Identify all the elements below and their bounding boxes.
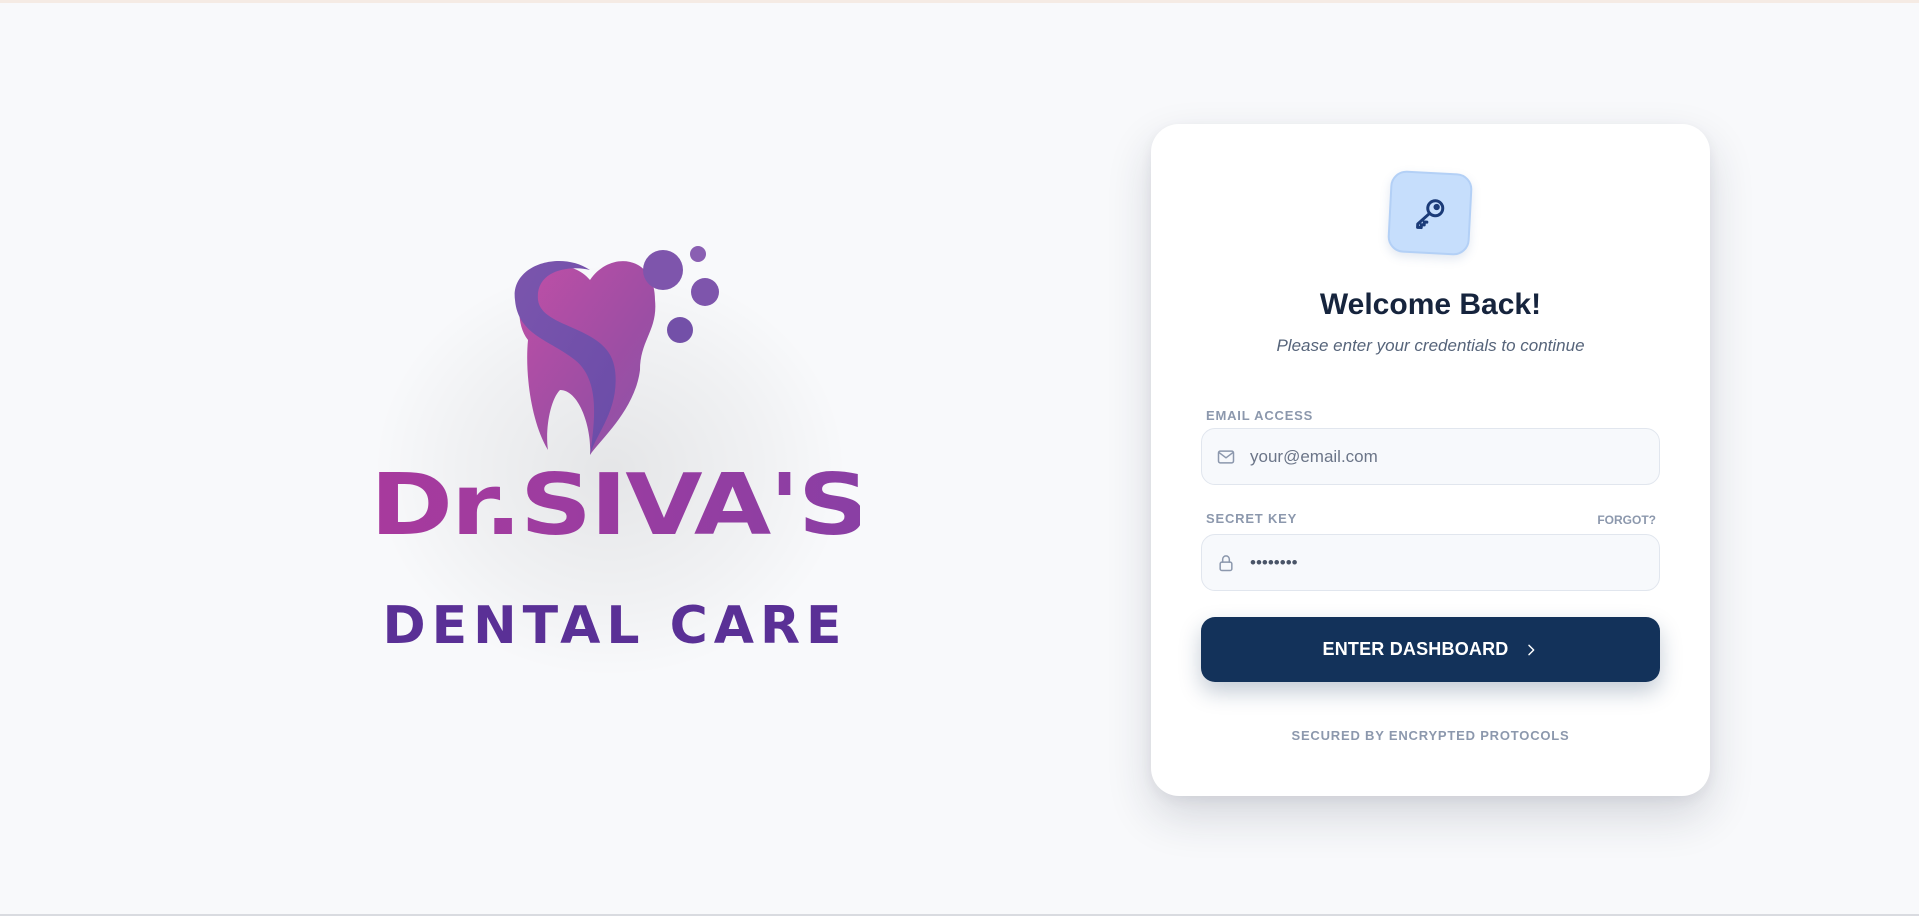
email-label: EMAIL ACCESS [1206, 408, 1314, 423]
top-border [0, 0, 1919, 3]
login-title: Welcome Back! [1319, 288, 1542, 321]
enter-dashboard-label: ENTER DASHBOARD [1322, 639, 1509, 659]
login-card: Welcome Back! Please enter your credenti… [1151, 124, 1710, 796]
enter-dashboard-button[interactable]: ENTER DASHBOARD [1201, 617, 1660, 682]
forgot-password-link[interactable]: FORGOT? [1597, 513, 1656, 527]
email-field-box[interactable] [1201, 428, 1660, 485]
password-field-box[interactable] [1201, 534, 1660, 591]
lock-icon [1216, 553, 1236, 573]
brand-title: Dr.SIVA'S [370, 454, 870, 555]
brand-subtitle: DENTAL CARE [382, 596, 848, 656]
key-icon [1416, 199, 1445, 230]
mail-icon [1216, 447, 1236, 467]
security-footer: SECURED BY ENCRYPTED PROTOCOLS [1291, 728, 1570, 743]
key-badge [1386, 169, 1474, 257]
email-input[interactable] [1250, 446, 1650, 467]
chevron-right-icon [1523, 642, 1539, 658]
password-label: SECRET KEY [1206, 511, 1298, 526]
brand-logo: Dr.SIVA'S DENTAL CARE [330, 220, 890, 720]
password-input[interactable] [1250, 552, 1650, 573]
login-subtitle: Please enter your credentials to continu… [1276, 336, 1585, 355]
